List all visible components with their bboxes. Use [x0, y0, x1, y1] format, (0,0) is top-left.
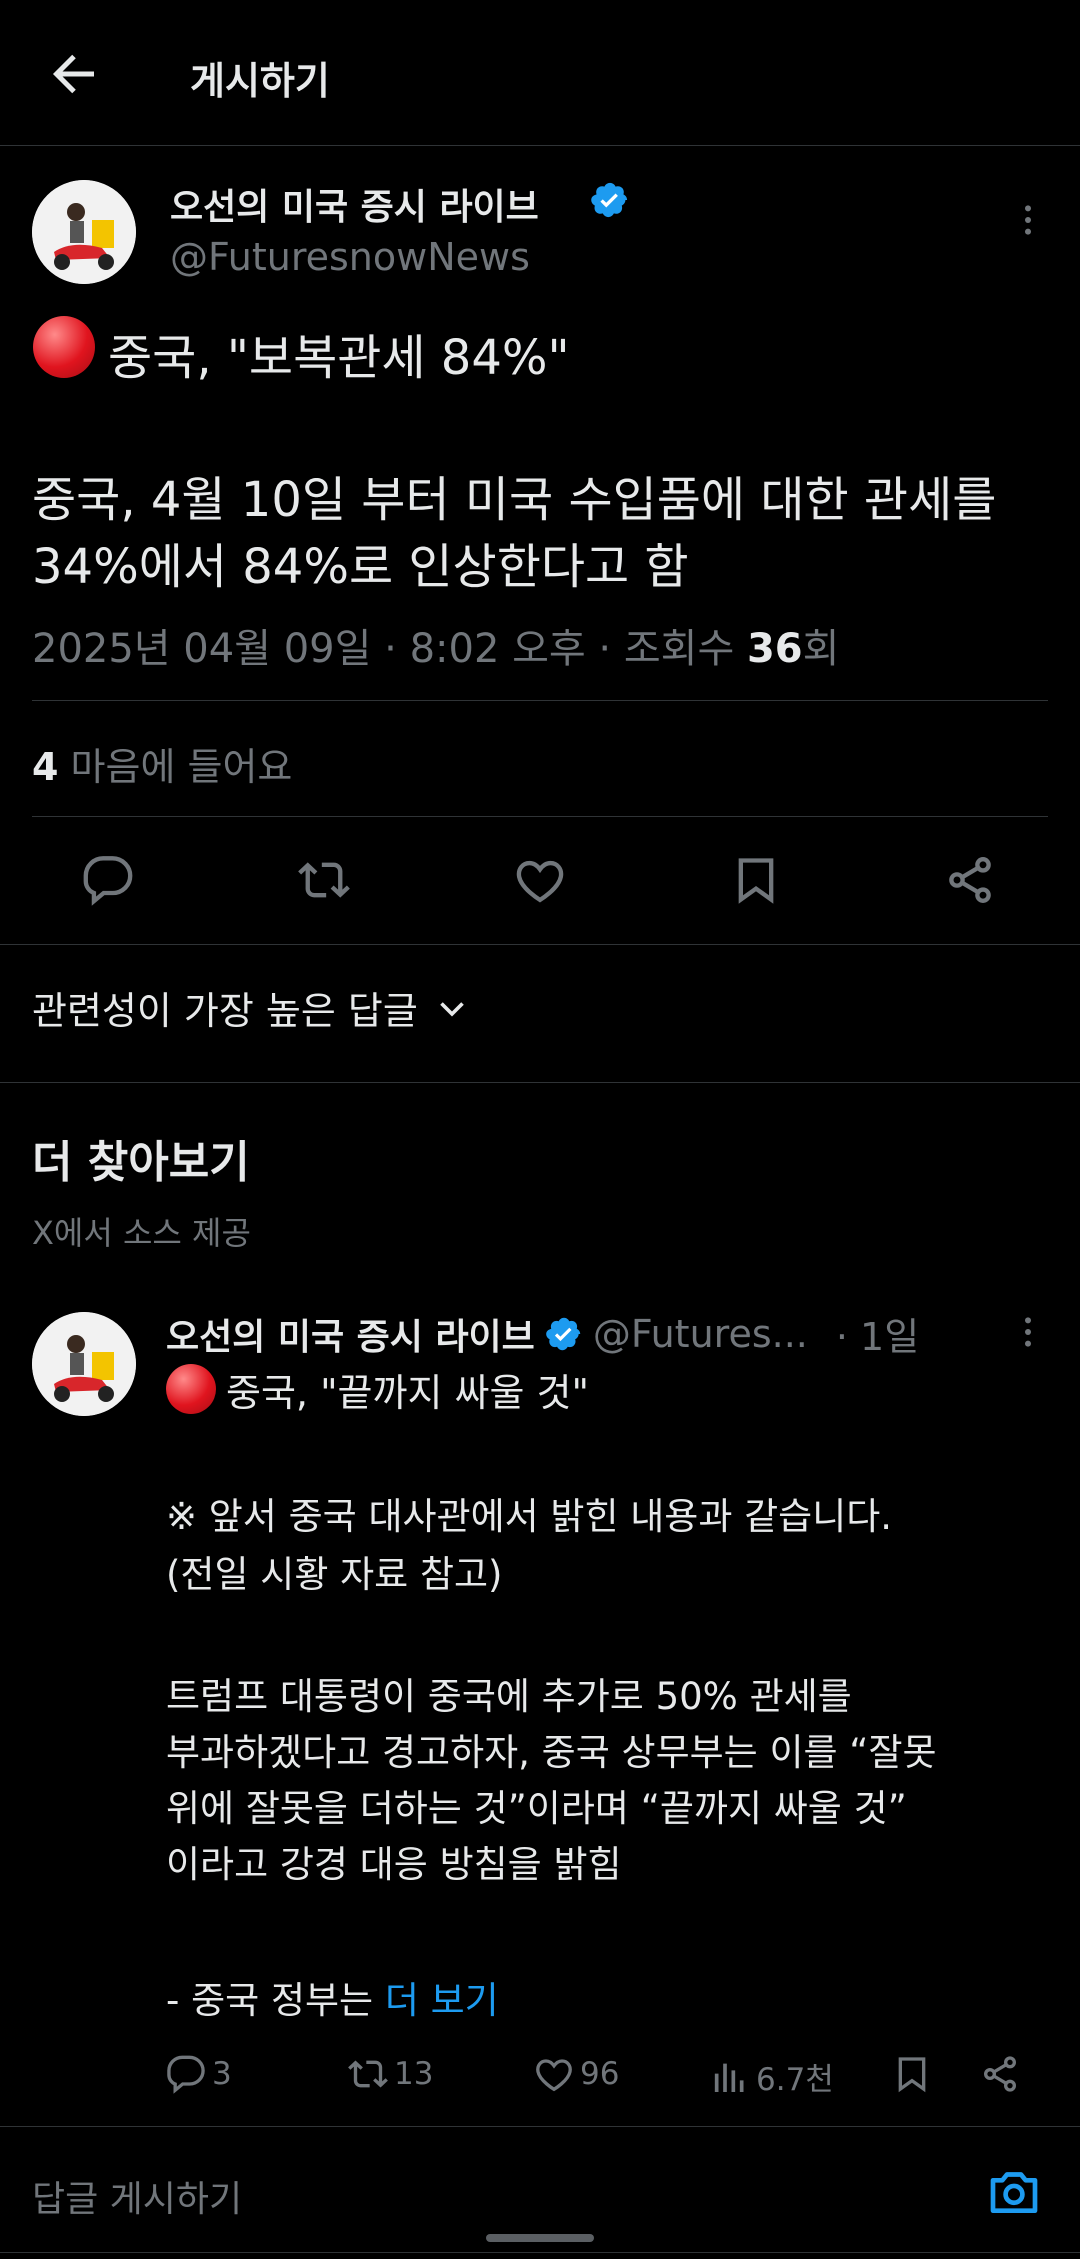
post-body-line1: 중국, 4월 10일 부터 미국 수입품에 대한 관세를	[32, 472, 997, 528]
replies-sort-dropdown[interactable]: 관련성이 가장 높은 답글	[32, 980, 470, 1035]
like-count: 96	[580, 2056, 620, 2092]
related-text-line: 위에 잘못을 더하는 것”이라며 “끝까지 싸울 것”	[166, 1787, 907, 1830]
post-headline: 중국, "보복관세 84%"	[108, 330, 570, 386]
view-count[interactable]: 36	[747, 626, 803, 672]
related-reply-button[interactable]: 3	[166, 2054, 232, 2094]
related-author-name[interactable]: 오선의 미국 증시 라이브	[166, 1308, 535, 1360]
share-icon	[949, 857, 991, 903]
related-time: · 1일	[835, 1315, 920, 1359]
discover-subtitle: X에서 소스 제공	[32, 1214, 251, 1252]
reply-count: 3	[212, 2056, 232, 2092]
back-arrow-icon	[52, 54, 94, 94]
reply-icon	[83, 856, 133, 906]
related-headline: 중국, "끝까지 싸울 것"	[226, 1371, 589, 1415]
post-meta: 2025년 04월 09일 · 8:02 오후 · 조회수 36회	[32, 616, 839, 674]
avatar[interactable]	[32, 1312, 136, 1416]
page-title: 게시하기	[190, 59, 330, 103]
like-icon	[516, 860, 564, 903]
related-share-button[interactable]	[980, 2054, 1020, 2094]
like-icon	[536, 2059, 572, 2092]
back-button[interactable]	[44, 44, 104, 104]
home-indicator	[486, 2234, 594, 2242]
share-icon	[984, 2056, 1016, 2092]
related-text-line: 부과하겠다고 경고하자, 중국 상무부는 이를 “잘못	[166, 1731, 937, 1774]
replies-sort-label: 관련성이 가장 높은 답글	[32, 989, 418, 1033]
related-views-button[interactable]: 6.7천	[710, 2054, 834, 2099]
likes-label: 마음에 들어요	[58, 745, 293, 789]
author-name[interactable]: 오선의 미국 증시 라이브	[170, 178, 539, 230]
related-text-line: ※ 앞서 중국 대사관에서 밝힌 내용과 같습니다.	[166, 1495, 893, 1538]
repost-icon	[348, 2060, 388, 2088]
repost-count: 13	[394, 2056, 434, 2092]
related-post-header: 오선의 미국 증시 라이브 @Futures... · 1일	[166, 1306, 919, 1361]
view-suffix: 회	[802, 626, 840, 672]
related-like-button[interactable]: 96	[534, 2054, 619, 2094]
verified-badge-icon	[590, 180, 630, 220]
post-body-line2: 34%에서 84%로 인상한다고 함	[32, 539, 689, 595]
related-text-line: (전일 시황 자료 참고)	[166, 1553, 503, 1596]
likes-summary[interactable]: 4 마음에 들어요	[32, 736, 292, 791]
reply-icon	[167, 2055, 205, 2094]
avatar[interactable]	[32, 180, 136, 284]
action-bar	[0, 850, 1080, 910]
more-button[interactable]	[1008, 1312, 1048, 1352]
bookmark-button[interactable]	[726, 850, 786, 910]
likes-count: 4	[32, 745, 59, 789]
more-button[interactable]	[1008, 200, 1048, 240]
repost-icon	[298, 862, 350, 898]
show-more-link[interactable]: 더 보기	[385, 1979, 499, 2022]
author-handle[interactable]: @FuturesnowNews	[170, 235, 530, 279]
view-count: 6.7천	[756, 2062, 834, 2098]
related-bookmark-button[interactable]	[892, 2054, 932, 2094]
bookmark-icon	[898, 2057, 926, 2093]
share-button[interactable]	[940, 850, 1000, 910]
post-date: 2025년 04월 09일 · 8:02 오후 · 조회수	[32, 626, 747, 672]
like-button[interactable]	[510, 850, 570, 910]
reply-button[interactable]	[78, 850, 138, 910]
more-icon	[1025, 205, 1031, 235]
views-icon	[714, 2063, 744, 2092]
camera-icon	[990, 2172, 1038, 2213]
repost-button[interactable]	[294, 850, 354, 910]
related-text-prefix: - 중국 정부는	[166, 1979, 385, 2022]
related-handle[interactable]: @Futures...	[593, 1312, 808, 1356]
related-text-line: 이라고 강경 대응 방침을 밝힘	[166, 1843, 622, 1886]
related-text-line: 트럼프 대통령이 중국에 추가로 50% 관세를	[166, 1675, 852, 1718]
verified-badge-icon	[545, 1315, 583, 1353]
more-icon	[1025, 1317, 1031, 1347]
red-circle-emoji	[33, 316, 95, 378]
chevron-down-icon	[440, 1001, 464, 1017]
camera-button[interactable]	[986, 2164, 1042, 2220]
bookmark-icon	[738, 858, 774, 904]
reply-compose-input[interactable]: 답글 게시하기	[32, 2170, 932, 2222]
red-circle-emoji	[166, 1364, 216, 1414]
related-repost-button[interactable]: 13	[348, 2054, 433, 2094]
related-text-line: - 중국 정부는 더 보기	[166, 1970, 499, 2024]
discover-title: 더 찾아보기	[32, 1137, 250, 1188]
